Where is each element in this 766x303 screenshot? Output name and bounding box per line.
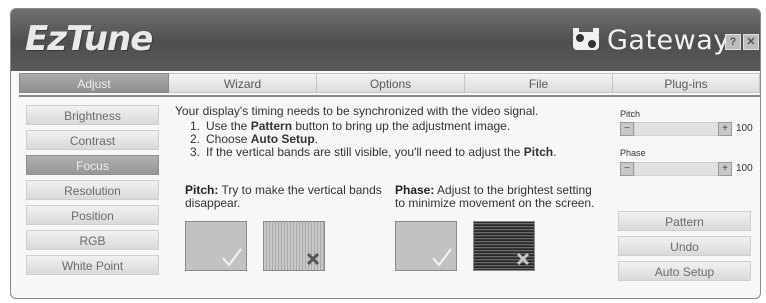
tab-plug-ins[interactable]: Plug-ins — [613, 73, 760, 93]
sidebar-item-rgb[interactable]: RGB — [26, 230, 159, 250]
pitch-value: 100 — [736, 123, 753, 134]
intro-text: Your display's timing needs to be synchr… — [175, 104, 539, 118]
step-bold: Pitch — [523, 145, 554, 159]
x-mark-icon — [306, 252, 320, 266]
x-mark-icon — [516, 252, 530, 266]
pitch-text: Try to make the vertical bands — [221, 183, 382, 197]
checkmark-icon — [222, 248, 242, 267]
sidebar-item-resolution[interactable]: Resolution — [26, 180, 159, 200]
pitch-label: Pitch — [620, 109, 641, 119]
app-logo: EzTune — [25, 19, 153, 59]
auto-setup-button[interactable]: Auto Setup — [618, 261, 751, 281]
phase-increase-button[interactable]: + — [718, 162, 732, 176]
tab-file[interactable]: File — [465, 73, 613, 93]
phase-label: Phase — [620, 148, 646, 158]
phase-value: 100 — [736, 163, 753, 174]
close-button[interactable]: ✕ — [743, 34, 759, 50]
gateway-cow-logo-icon — [573, 28, 599, 50]
tab-adjust[interactable]: Adjust — [19, 73, 169, 93]
phase-decrease-button[interactable]: − — [620, 162, 634, 176]
phase-slider[interactable]: − + 100 — [620, 162, 758, 176]
phase-bad-sample — [473, 221, 535, 271]
pitch-heading: Pitch: — [185, 183, 219, 197]
tab-options[interactable]: Options — [317, 73, 465, 93]
sidebar-item-white-point[interactable]: White Point — [26, 255, 159, 275]
phase-instructions: Phase: Adjust to the brightest setting t… — [395, 184, 594, 210]
pitch-decrease-button[interactable]: − — [620, 122, 634, 136]
phase-text: Adjust to the brightest setting — [437, 183, 592, 197]
step-text: button to bring up the adjustment image. — [292, 119, 511, 133]
sidebar-item-focus[interactable]: Focus — [26, 155, 159, 175]
pitch-instructions: Pitch: Try to make the vertical bands di… — [185, 184, 382, 210]
help-button[interactable]: ? — [725, 34, 741, 50]
pattern-button[interactable]: Pattern — [618, 211, 751, 231]
sidebar-item-brightness[interactable]: Brightness — [26, 105, 159, 125]
sidebar-item-contrast[interactable]: Contrast — [26, 130, 159, 150]
undo-button[interactable]: Undo — [618, 236, 751, 256]
step-bold: Auto Setup — [250, 132, 315, 146]
phase-heading: Phase: — [395, 183, 435, 197]
pitch-slider[interactable]: − + 100 — [620, 122, 758, 136]
title-bar: EzTune Gateway . ? ✕ — [11, 9, 760, 71]
checkmark-icon — [432, 248, 452, 267]
step-text: . — [553, 145, 557, 159]
step-text: If the vertical bands are still visible,… — [206, 145, 524, 159]
tab-bar: Adjust Wizard Options File Plug-ins — [19, 73, 760, 95]
step-text: Choose — [206, 132, 251, 146]
step-number: 3. — [190, 145, 201, 159]
step-text: . — [314, 132, 319, 146]
sidebar-item-position[interactable]: Position — [26, 205, 159, 225]
step-item: 3. If the vertical bands are still visibl… — [190, 146, 556, 159]
tab-wizard[interactable]: Wizard — [169, 73, 317, 93]
phase-good-sample — [395, 221, 457, 271]
steps-list: 1. Use the Pattern button to bring up the… — [190, 120, 556, 159]
step-text: Use the — [206, 119, 251, 133]
gateway-brand: Gateway . — [571, 24, 736, 56]
tab-underline — [19, 95, 760, 97]
pitch-bad-sample — [263, 221, 325, 271]
brand-name: Gateway — [607, 24, 730, 56]
phase-instructions-line: to minimize movement on the screen. — [395, 196, 595, 210]
adjust-sidebar: Brightness Contrast Focus Resolution Pos… — [26, 105, 159, 280]
pitch-good-sample — [185, 221, 247, 271]
pitch-instructions-line: disappear. — [185, 196, 241, 210]
step-bold: Pattern — [250, 119, 293, 133]
pitch-increase-button[interactable]: + — [718, 122, 732, 136]
